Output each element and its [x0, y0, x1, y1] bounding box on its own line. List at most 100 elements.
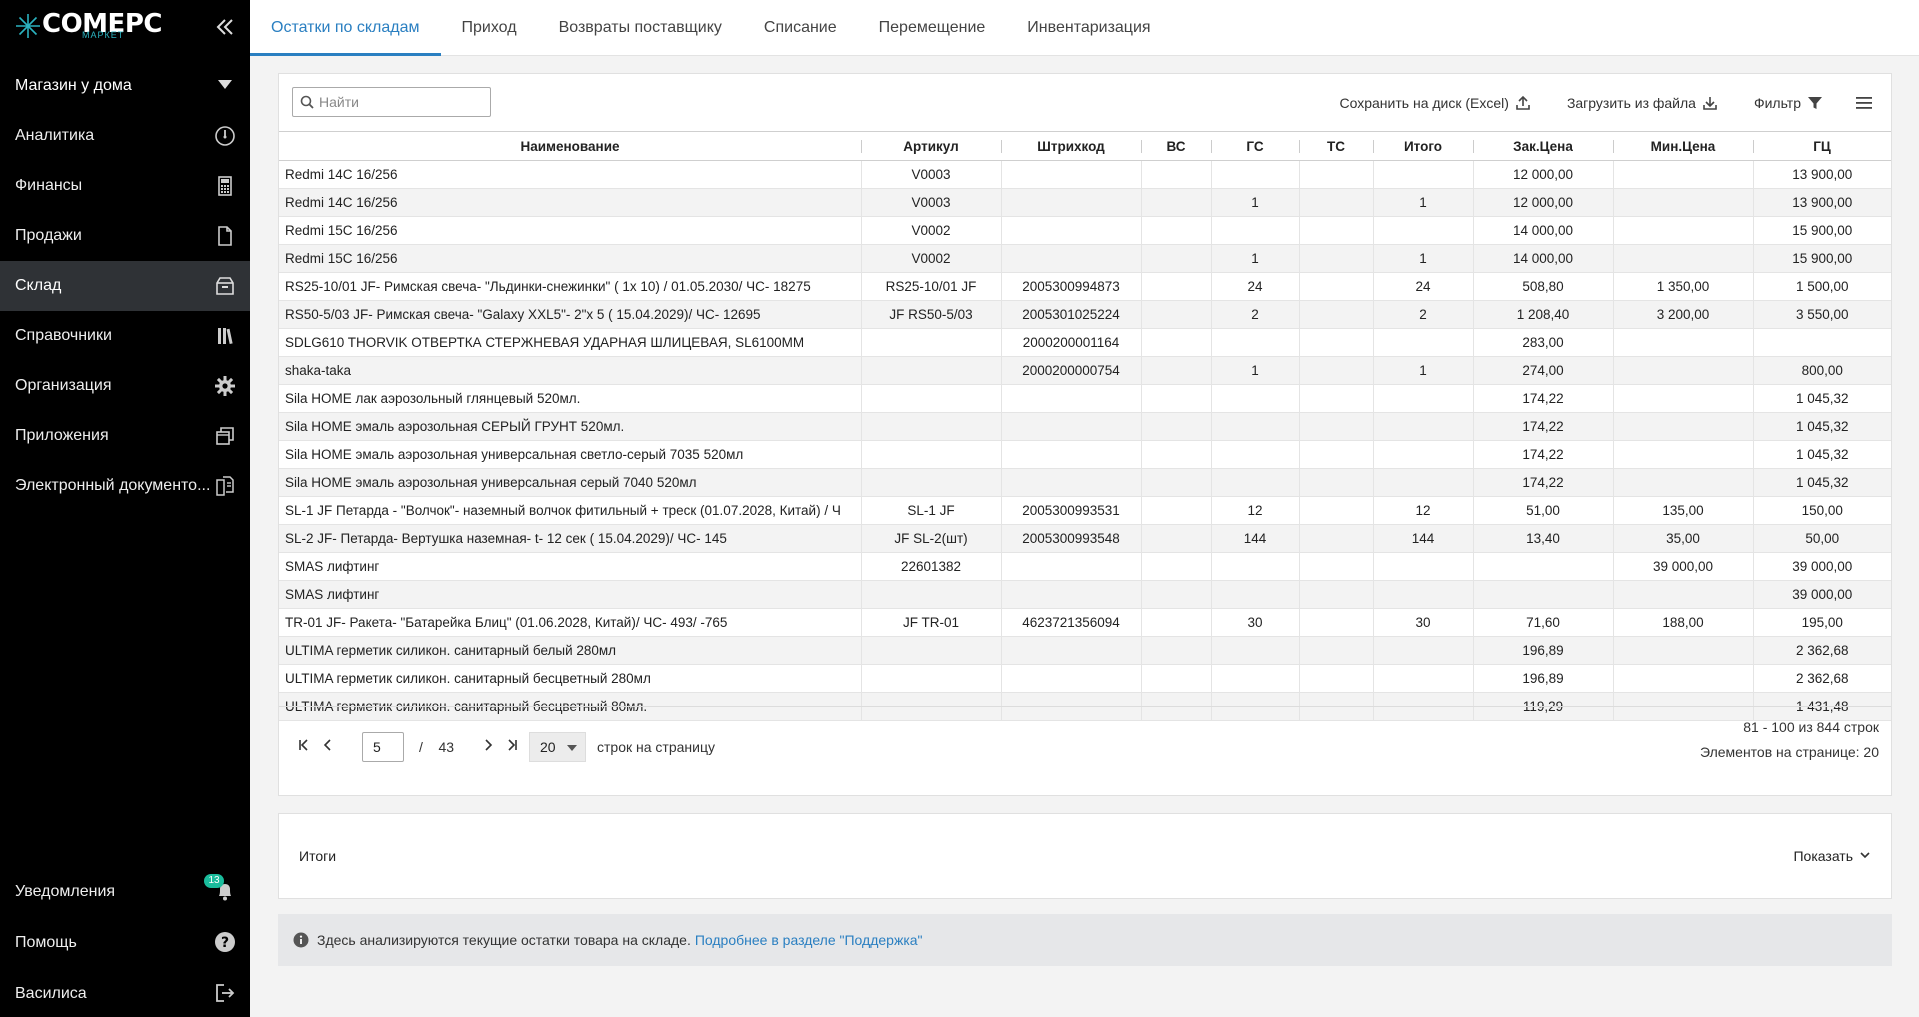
rows-per-page-select[interactable]: 20 [529, 732, 586, 762]
table-row[interactable]: Redmi 15C 16/256 V0002 14 000,00 15 900,00 [279, 216, 1891, 245]
table-cell [861, 356, 1002, 385]
table-cell: 196,89 [1473, 664, 1614, 693]
table-cell [1299, 188, 1374, 217]
prev-page-button[interactable] [319, 738, 337, 758]
table-cell [1299, 356, 1374, 385]
sidebar-item-edo[interactable]: Электронный документо... [0, 461, 250, 511]
table-cell [1613, 216, 1754, 245]
table-row[interactable]: SL-1 JF Петарда - "Волчок"- наземный вол… [279, 496, 1891, 525]
tab-stock[interactable]: Остатки по складам [250, 0, 441, 56]
table-cell [1299, 468, 1374, 497]
chevron-left-icon [323, 739, 331, 751]
gear-icon [214, 375, 236, 397]
tab-transfer[interactable]: Перемещение [858, 0, 1007, 55]
info-bar: Здесь анализируются текущие остатки това… [278, 914, 1892, 966]
filter-icon [1808, 97, 1822, 109]
show-totals-button[interactable]: Показать [1793, 848, 1853, 864]
sidebar-item-references[interactable]: Справочники [0, 311, 250, 361]
sidebar: СОМЕРС МАРКЕТ Магазин у дома Аналитика Ф… [0, 0, 250, 1017]
last-page-button[interactable] [503, 738, 521, 758]
table-row[interactable]: Sila HOME лак аэрозольный глянцевый 520м… [279, 384, 1891, 413]
caret-down-icon [567, 745, 577, 751]
next-page-button[interactable] [479, 738, 497, 758]
table-row[interactable]: RS25-10/01 JF- Римская свеча- "Льдинки-с… [279, 272, 1891, 301]
table-cell: RS25-10/01 JF [861, 272, 1002, 301]
table-cell: 1 [1373, 244, 1474, 273]
table-row[interactable]: SMAS лифтинг 39 000,00 [279, 580, 1891, 609]
table-cell: 15 900,00 [1753, 244, 1891, 273]
filter-label: Фильтр [1753, 95, 1801, 111]
table-row[interactable]: RS50-5/03 JF- Римская свеча- "Galaxy XXL… [279, 300, 1891, 329]
column-header[interactable]: Зак.Цена [1473, 131, 1613, 161]
table-cell [1211, 636, 1300, 665]
table-cell [1373, 216, 1474, 245]
store-selector[interactable]: Магазин у дома [0, 66, 250, 106]
first-page-button[interactable] [295, 738, 313, 758]
table-header-row: Наименование Артикул Штрихкод ВС ГС ТС Итого За… [279, 131, 1891, 161]
sidebar-item-analytics[interactable]: Аналитика [0, 111, 250, 161]
column-header[interactable]: Мин.Цена [1613, 131, 1753, 161]
sidebar-item-help[interactable]: Помощь ? [0, 917, 250, 968]
sidebar-item-label: Финансы [15, 177, 83, 194]
sidebar-item-notifications[interactable]: Уведомления 13 [0, 866, 250, 917]
sidebar-item-finance[interactable]: Финансы [0, 161, 250, 211]
table-row[interactable]: TR-01 JF- Ракета- "Батарейка Блиц" (01.0… [279, 608, 1891, 637]
table-row[interactable]: Sila HOME эмаль аэрозольная СЕРЫЙ ГРУНТ … [279, 412, 1891, 441]
table-row[interactable]: shaka-taka 2000200000754 1 1 274,00 800,00 [279, 356, 1891, 385]
table-row[interactable]: Sila HOME эмаль аэрозольная универсальна… [279, 440, 1891, 469]
table-row[interactable]: SL-2 JF- Петарда- Вертушка наземная- t- … [279, 524, 1891, 553]
table-cell: 2005300993531 [1001, 496, 1142, 525]
table-row[interactable]: Redmi 14C 16/256 V0003 12 000,00 13 900,00 [279, 160, 1891, 189]
column-header[interactable]: ГЦ [1753, 131, 1891, 161]
page-number-input[interactable]: 5 [362, 732, 404, 762]
search-input[interactable]: Найти [292, 87, 491, 117]
column-header[interactable]: Наименование [279, 131, 861, 161]
table-row[interactable]: Redmi 15C 16/256 V0002 1 1 14 000,00 15 900,0… [279, 244, 1891, 273]
table-cell [1211, 412, 1300, 441]
columns-menu-button[interactable] [1849, 96, 1873, 110]
column-header[interactable]: ТС [1299, 131, 1373, 161]
table-row[interactable]: Redmi 14C 16/256 V0003 1 1 12 000,00 13 900,0… [279, 188, 1891, 217]
tab-writeoff[interactable]: Списание [743, 0, 858, 55]
sidebar-item-sales[interactable]: Продажи [0, 211, 250, 261]
table-row[interactable]: ULTIMA герметик силикон. санитарный бесц… [279, 664, 1891, 693]
tab-returns[interactable]: Возвраты поставщику [538, 0, 743, 55]
table-row[interactable]: Sila HOME эмаль аэрозольная универсальна… [279, 468, 1891, 497]
tab-inventory[interactable]: Инвентаризация [1006, 0, 1171, 55]
table-cell: SMAS лифтинг [279, 580, 862, 609]
table-row[interactable]: SMAS лифтинг 22601382 39 000,00 39 000,00 [279, 552, 1891, 581]
column-header[interactable]: Штрихкод [1001, 131, 1141, 161]
sidebar-item-warehouse[interactable]: Склад [0, 261, 250, 311]
sidebar-item-organization[interactable]: Организация [0, 361, 250, 411]
logo-star-icon [16, 14, 40, 38]
column-header[interactable]: Артикул [861, 131, 1001, 161]
table-cell: ULTIMA герметик силикон. санитарный бесц… [279, 664, 862, 693]
table-cell [1613, 160, 1754, 189]
table-cell: 2000200001164 [1001, 328, 1142, 357]
table-cell [861, 384, 1002, 413]
collapse-sidebar-button[interactable] [214, 12, 236, 42]
tab-income[interactable]: Приход [441, 0, 538, 55]
table-cell [1373, 636, 1474, 665]
table-cell [1373, 328, 1474, 357]
upload-file-button[interactable]: Загрузить из файла [1567, 95, 1718, 111]
column-header[interactable]: Итого [1373, 131, 1473, 161]
table-cell [1299, 496, 1374, 525]
sidebar-item-user[interactable]: Василиса [0, 968, 250, 1017]
sidebar-item-apps[interactable]: Приложения [0, 411, 250, 461]
support-link[interactable]: Подробнее в разделе "Поддержка" [695, 932, 923, 948]
column-header[interactable]: ВС [1141, 131, 1211, 161]
sidebar-item-label: Приложения [15, 427, 109, 444]
table-cell: 144 [1211, 524, 1300, 553]
table-cell: Sila HOME лак аэрозольный глянцевый 520м… [279, 384, 862, 413]
save-excel-button[interactable]: Сохранить на диск (Excel) [1340, 95, 1531, 111]
document-icon [214, 225, 236, 247]
download-icon [1703, 97, 1717, 110]
table-row[interactable]: ULTIMA герметик силикон. санитарный белы… [279, 636, 1891, 665]
table-row[interactable]: SDLG610 THORVIK ОТВЕРТКА СТЕРЖНЕВАЯ УДАР… [279, 328, 1891, 357]
column-header[interactable]: ГС [1211, 131, 1299, 161]
items-on-page: Элементов на странице: 20 [1699, 744, 1879, 760]
logo-subtitle: МАРКЕТ [82, 30, 125, 40]
table-cell [1299, 216, 1374, 245]
filter-button[interactable]: Фильтр [1754, 95, 1823, 111]
